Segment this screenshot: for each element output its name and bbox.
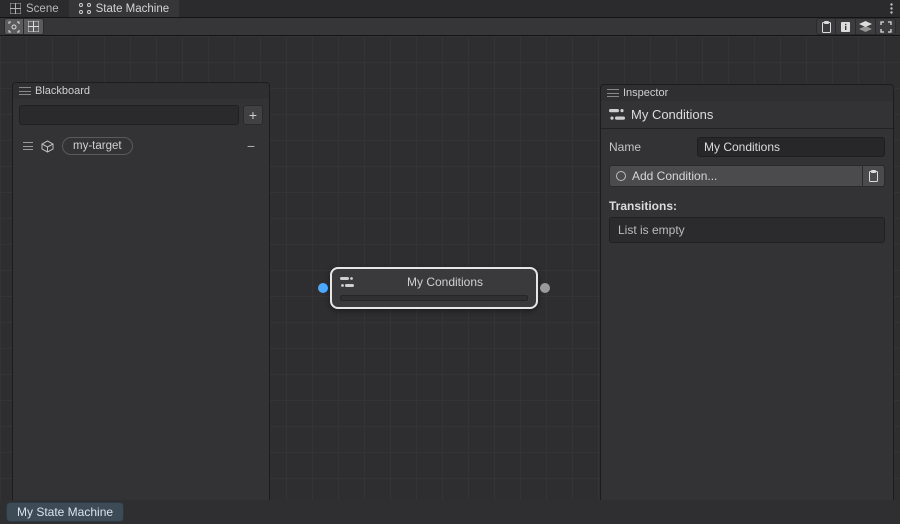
- drag-handle-icon[interactable]: [23, 142, 33, 150]
- tab-label: State Machine: [96, 3, 170, 15]
- inspector-heading-text: My Conditions: [631, 107, 713, 122]
- clipboard-button[interactable]: [816, 18, 836, 35]
- graph-canvas[interactable]: My Conditions Blackboard + my-target − I…: [0, 36, 900, 500]
- node-body: [340, 295, 528, 301]
- kebab-menu[interactable]: [882, 0, 900, 17]
- grid-icon: [10, 3, 21, 14]
- input-port[interactable]: [318, 283, 328, 293]
- add-condition-label: Add Condition...: [632, 169, 862, 183]
- toolbar-right-group: [816, 18, 896, 35]
- toolbar: [0, 18, 900, 36]
- breadcrumb-chip[interactable]: My State Machine: [6, 502, 124, 522]
- name-input[interactable]: [697, 137, 885, 157]
- inspector-title-bar[interactable]: Inspector: [601, 85, 893, 101]
- transitions-label: Transitions:: [601, 191, 893, 217]
- node-title: My Conditions: [362, 275, 528, 289]
- panel-title: Inspector: [623, 87, 668, 99]
- info-button[interactable]: [836, 18, 856, 35]
- blackboard-search[interactable]: [19, 105, 239, 125]
- paste-condition-button[interactable]: [862, 166, 884, 186]
- variable-chip[interactable]: my-target: [62, 137, 133, 155]
- remove-variable-button[interactable]: −: [243, 138, 259, 154]
- conditions-icon: [609, 108, 625, 121]
- panel-title: Blackboard: [35, 85, 90, 97]
- blackboard-item[interactable]: my-target −: [13, 131, 269, 161]
- frame-selection-button[interactable]: [4, 18, 24, 35]
- output-port[interactable]: [540, 283, 550, 293]
- conditions-icon: [340, 276, 354, 288]
- cube-icon: [41, 140, 54, 153]
- drag-handle-icon: [607, 89, 619, 97]
- empty-list-text: List is empty: [618, 223, 685, 237]
- fullscreen-button[interactable]: [876, 18, 896, 35]
- record-icon: [616, 171, 626, 181]
- state-node[interactable]: My Conditions: [330, 267, 538, 309]
- name-field-row: Name: [601, 133, 893, 161]
- name-label: Name: [609, 140, 689, 154]
- blackboard-title-bar[interactable]: Blackboard: [13, 83, 269, 99]
- breadcrumb-text: My State Machine: [17, 505, 113, 519]
- tab-state-machine[interactable]: State Machine: [69, 0, 180, 17]
- inspector-heading: My Conditions: [601, 101, 893, 128]
- tab-scene[interactable]: Scene: [0, 0, 69, 17]
- transitions-list[interactable]: List is empty: [609, 217, 885, 243]
- add-condition-button[interactable]: Add Condition...: [609, 165, 885, 187]
- breadcrumb-bar: My State Machine: [0, 500, 900, 524]
- toolbar-left-group: [4, 18, 44, 35]
- tab-label: Scene: [26, 3, 59, 15]
- toggle-grid-button[interactable]: [24, 18, 44, 35]
- drag-handle-icon: [19, 87, 31, 95]
- node-header: My Conditions: [332, 269, 536, 295]
- nodes-icon: [79, 3, 91, 14]
- blackboard-panel: Blackboard + my-target −: [12, 82, 270, 518]
- inspector-panel: Inspector My Conditions Name Add Conditi…: [600, 84, 894, 520]
- layers-button[interactable]: [856, 18, 876, 35]
- tab-bar: Scene State Machine: [0, 0, 900, 18]
- add-variable-button[interactable]: +: [243, 105, 263, 125]
